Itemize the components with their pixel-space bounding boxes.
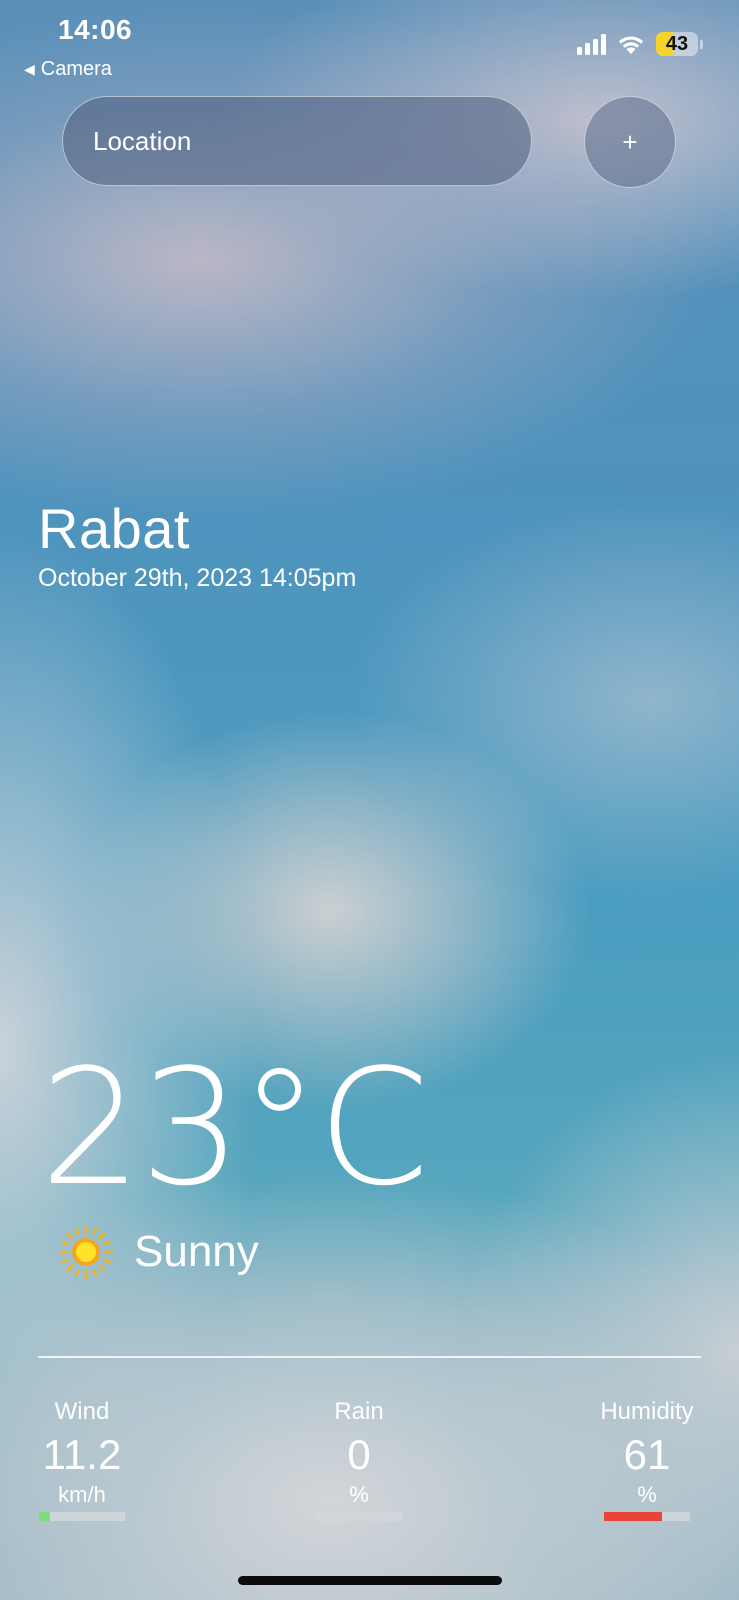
add-location-button[interactable]: + xyxy=(584,96,676,188)
rain-value: 0 xyxy=(347,1431,371,1478)
wind-label: Wind xyxy=(54,1398,110,1425)
battery-icon: 43 xyxy=(656,32,698,56)
weather-condition: Sunny xyxy=(134,1227,259,1276)
rain-stat: Rain 0 % xyxy=(289,1398,429,1522)
rain-label: Rain xyxy=(334,1398,384,1425)
humidity-label: Humidity xyxy=(600,1398,694,1425)
battery-level: 43 xyxy=(665,32,689,55)
cellular-signal-icon xyxy=(577,33,606,55)
location-search-input[interactable] xyxy=(91,124,495,158)
humidity-value: 61 xyxy=(623,1431,671,1478)
battery-cap xyxy=(700,39,703,49)
humidity-level-bar xyxy=(604,1512,690,1522)
wind-level-bar xyxy=(39,1512,125,1522)
back-arrow-icon: ◀ xyxy=(24,61,35,77)
back-to-app-link[interactable]: ◀ Camera xyxy=(24,58,112,81)
city-name: Rabat xyxy=(38,497,190,560)
weather-screen: 14:06 ◀ Camera 43 + Rabat October 29th, … xyxy=(0,0,739,1600)
status-time: 14:06 xyxy=(58,14,133,45)
humidity-unit: % xyxy=(637,1482,657,1508)
wind-stat: Wind 11.2 km/h xyxy=(12,1398,152,1522)
wifi-icon xyxy=(618,36,644,54)
status-indicators: 43 xyxy=(577,32,703,56)
sun-icon xyxy=(58,1224,114,1280)
wind-unit: km/h xyxy=(58,1482,106,1508)
back-app-label: Camera xyxy=(40,58,112,80)
date-time: October 29th, 2023 14:05pm xyxy=(38,564,357,592)
humidity-level-fill xyxy=(604,1512,663,1522)
home-indicator[interactable] xyxy=(238,1576,502,1585)
divider xyxy=(38,1356,701,1358)
rain-level-bar xyxy=(316,1512,402,1522)
humidity-stat: Humidity 61 % xyxy=(577,1398,717,1522)
condition-row: Sunny xyxy=(58,1224,259,1280)
current-temperature: 23°C xyxy=(40,1034,429,1221)
location-search-bar[interactable] xyxy=(62,96,532,186)
wind-value: 11.2 xyxy=(42,1431,122,1478)
wind-level-fill xyxy=(39,1512,51,1522)
rain-unit: % xyxy=(349,1482,369,1508)
